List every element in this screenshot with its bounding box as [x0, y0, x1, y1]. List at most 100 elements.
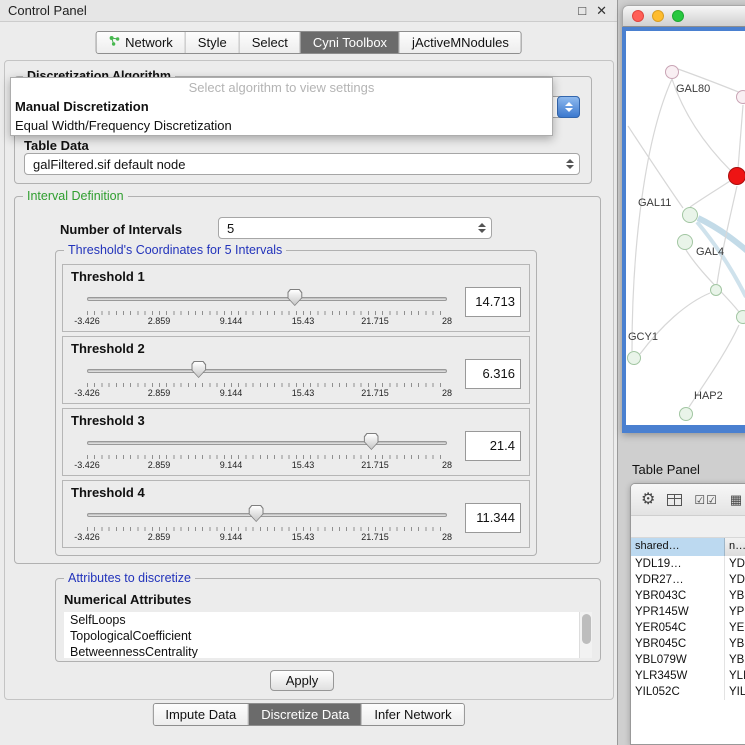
network-node-hap2[interactable] — [679, 407, 693, 421]
threshold-label: Threshold 4 — [71, 485, 145, 500]
tab-cyni-toolbox[interactable]: Cyni Toolbox — [300, 32, 399, 53]
numerical-attribute-item[interactable]: SelfLoops — [64, 612, 592, 628]
tab-network[interactable]: Network — [96, 32, 185, 53]
slider-thumb[interactable] — [287, 289, 302, 306]
threshold-slider[interactable]: -3.4262.8599.14415.4321.71528 — [87, 359, 447, 401]
threshold-value-field[interactable]: 11.344 — [465, 503, 521, 533]
network-node-gal11[interactable] — [682, 207, 698, 223]
table-row[interactable]: YIL052CYIL0 — [631, 684, 745, 700]
table-row[interactable]: YPR145WYPR1 — [631, 604, 745, 620]
threshold-slider[interactable]: -3.4262.8599.14415.4321.71528 — [87, 503, 447, 545]
network-window-titlebar[interactable] — [622, 5, 745, 27]
slider-thumb[interactable] — [191, 361, 206, 378]
combobox-stepper-icon — [473, 218, 491, 238]
stepper-up-icon — [565, 102, 573, 106]
network-node[interactable] — [710, 284, 722, 296]
network-node-gal80[interactable] — [665, 65, 679, 79]
number-of-intervals-combobox[interactable]: 5 — [218, 217, 492, 239]
table-row[interactable]: YBR045CYBR0 — [631, 636, 745, 652]
list-scrollbar[interactable] — [579, 612, 592, 658]
scale-tick-label: 2.859 — [148, 532, 171, 542]
threshold-label: Threshold 1 — [71, 269, 145, 284]
numerical-attribute-item[interactable]: TopologicalCoefficient — [64, 628, 592, 644]
slider-ticks — [87, 527, 447, 531]
algorithm-placeholder-item: Select algorithm to view settings — [11, 78, 552, 97]
scale-tick-label: -3.426 — [74, 532, 100, 542]
threshold-value-field[interactable]: 14.713 — [465, 287, 521, 317]
scrollbar-thumb[interactable] — [582, 614, 591, 644]
numerical-attribute-item[interactable]: BetweennessCentrality — [64, 644, 592, 658]
threshold-value-field[interactable]: 21.4 — [465, 431, 521, 461]
network-tab-icon — [108, 35, 120, 50]
column-header-2[interactable]: n… — [725, 538, 745, 556]
table-browser-window: ⚙ ☑☑ ▦ shared…n… YDL19…YDL1YDR27…YDR2YBR… — [630, 483, 745, 745]
table-row[interactable]: YDL19…YDL1 — [631, 556, 745, 572]
apply-button[interactable]: Apply — [270, 670, 334, 691]
table-row[interactable]: YDR27…YDR2 — [631, 572, 745, 588]
algorithm-option-equal-width-frequency[interactable]: Equal Width/Frequency Discretization — [11, 116, 552, 135]
bottom-tab-impute-data[interactable]: Impute Data — [153, 704, 248, 725]
scale-tick-label: -3.426 — [74, 460, 100, 470]
numerical-attributes-list[interactable]: SelfLoopsTopologicalCoefficientBetweenne… — [64, 612, 592, 658]
scale-tick-label: -3.426 — [74, 316, 100, 326]
table-row[interactable]: YLR345WYLR3 — [631, 668, 745, 684]
control-panel-titlebar[interactable]: Control Panel □ ✕ — [0, 0, 617, 22]
table-cell: YDR27… — [631, 572, 725, 588]
slider-thumb[interactable] — [364, 433, 379, 450]
close-icon[interactable]: ✕ — [596, 0, 607, 21]
tab-style[interactable]: Style — [185, 32, 239, 53]
number-of-intervals-label: Number of Intervals — [60, 222, 182, 237]
float-icon[interactable]: □ — [578, 0, 586, 21]
bottom-tab-infer-network[interactable]: Infer Network — [361, 704, 463, 725]
tab-label: Select — [252, 35, 288, 50]
network-node-gcy1[interactable] — [627, 351, 641, 365]
network-node-gal4[interactable] — [677, 234, 693, 250]
tab-label: Discretize Data — [261, 707, 349, 722]
threshold-slider[interactable]: -3.4262.8599.14415.4321.71528 — [87, 287, 447, 329]
gear-icon[interactable]: ⚙ — [641, 492, 655, 508]
bottom-tab-discretize-data[interactable]: Discretize Data — [248, 704, 361, 725]
threshold-panel-1: Threshold 1-3.4262.8599.14415.4321.71528… — [62, 264, 530, 332]
scale-tick-label: 15.43 — [292, 316, 315, 326]
threshold-panel-3: Threshold 3-3.4262.8599.14415.4321.71528… — [62, 408, 530, 476]
zoom-traffic-light-icon[interactable] — [672, 10, 684, 22]
network-canvas[interactable]: GAL80GAL11GAL4GCY1HAP2 — [626, 31, 745, 425]
table-cell: YBR043C — [631, 588, 725, 604]
attributes-group-title: Attributes to discretize — [64, 571, 195, 585]
network-node-label: GCY1 — [628, 331, 658, 343]
table-cell: YPR145W — [631, 604, 725, 620]
close-traffic-light-icon[interactable] — [632, 10, 644, 22]
network-view-window: GAL80GAL11GAL4GCY1HAP2 — [622, 5, 745, 433]
network-node[interactable] — [728, 167, 745, 185]
table-body: YDL19…YDL1YDR27…YDR2YBR043CYBR0YPR145WYP… — [631, 556, 745, 700]
threshold-slider[interactable]: -3.4262.8599.14415.4321.71528 — [87, 431, 447, 473]
network-node[interactable] — [736, 310, 745, 324]
algorithm-option-manual-discretization[interactable]: Manual Discretization — [11, 97, 552, 116]
stepper-down-icon — [566, 165, 574, 169]
scale-tick-label: 9.144 — [220, 316, 243, 326]
combobox-open-button[interactable] — [557, 96, 580, 118]
tab-jactivemnodules[interactable]: jActiveMNodules — [399, 32, 521, 53]
table-row[interactable]: YBL079WYBL0 — [631, 652, 745, 668]
minimize-traffic-light-icon[interactable] — [652, 10, 664, 22]
stepper-down-icon — [565, 108, 573, 112]
table-cell: YBR045C — [631, 636, 725, 652]
columns-icon[interactable] — [667, 494, 682, 506]
table-row[interactable]: YER054CYER0 — [631, 620, 745, 636]
slider-thumb-face — [250, 506, 263, 521]
slider-thumb[interactable] — [249, 505, 264, 522]
select-checkboxes-icon[interactable]: ☑☑ — [694, 493, 718, 507]
grid-icon[interactable]: ▦ — [730, 492, 742, 508]
threshold-value-field[interactable]: 6.316 — [465, 359, 521, 389]
network-node-label: GAL11 — [638, 197, 671, 209]
table-cell: YDR2 — [725, 572, 745, 588]
threshold-panel-4: Threshold 4-3.4262.8599.14415.4321.71528… — [62, 480, 530, 548]
column-header-1[interactable]: shared… — [631, 538, 725, 556]
table-row[interactable]: YBR043CYBR0 — [631, 588, 745, 604]
table-data-combobox[interactable]: galFiltered.sif default node — [24, 153, 580, 175]
network-node[interactable] — [736, 90, 745, 104]
scale-tick-label: 9.144 — [220, 532, 243, 542]
tab-select[interactable]: Select — [239, 32, 300, 53]
slider-ticks — [87, 311, 447, 315]
combobox-stepper-icon — [561, 154, 579, 174]
